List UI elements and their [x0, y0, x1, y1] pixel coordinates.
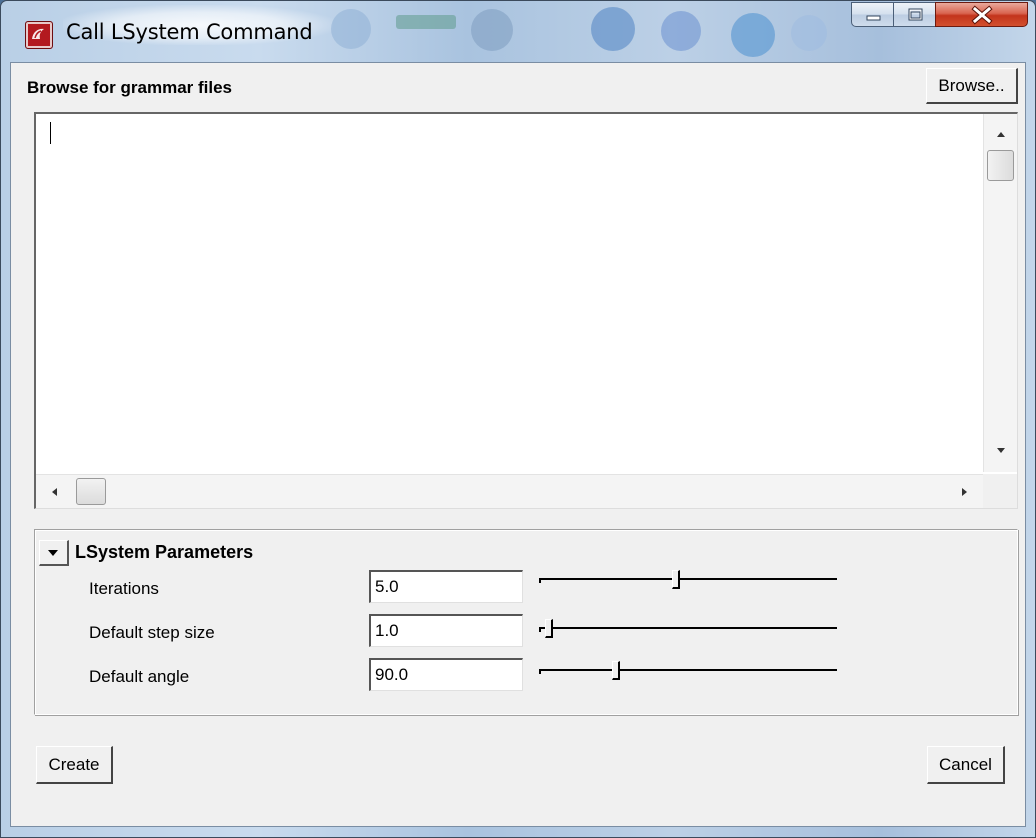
angle-slider[interactable] [539, 661, 837, 691]
vertical-scrollbar[interactable] [983, 114, 1017, 472]
create-button[interactable]: Create [36, 746, 113, 784]
horizontal-scrollbar[interactable] [36, 474, 984, 508]
text-caret [50, 122, 51, 144]
caption-buttons [851, 2, 1028, 28]
close-button[interactable] [935, 2, 1028, 27]
maximize-icon [908, 8, 923, 21]
grammar-text-area[interactable] [34, 112, 1018, 509]
scroll-left-icon[interactable] [50, 486, 58, 498]
step-size-slider[interactable] [539, 619, 837, 649]
collapse-button[interactable] [39, 540, 69, 566]
triangle-down-icon [48, 550, 58, 556]
step-size-label: Default step size [89, 623, 215, 642]
angle-field[interactable] [369, 658, 523, 691]
maya-app-icon[interactable] [25, 21, 53, 49]
title-bar[interactable]: Call LSystem Command [1, 1, 1035, 57]
cancel-button[interactable]: Cancel [927, 746, 1005, 784]
close-icon [971, 5, 993, 25]
scroll-right-icon[interactable] [961, 486, 969, 498]
angle-label: Default angle [89, 667, 190, 686]
iterations-field[interactable] [369, 570, 523, 603]
step-size-field[interactable] [369, 614, 523, 647]
step-size-slider-handle[interactable] [545, 619, 553, 638]
minimize-icon [866, 15, 881, 21]
vertical-scroll-thumb[interactable] [987, 150, 1014, 181]
parameters-title: LSystem Parameters [75, 542, 254, 562]
iterations-slider-handle[interactable] [672, 570, 680, 589]
scroll-down-icon[interactable] [995, 447, 1007, 455]
maximize-button[interactable] [893, 2, 936, 27]
dialog-window: Call LSystem Command Browse for grammar … [0, 0, 1036, 838]
scroll-up-icon[interactable] [995, 130, 1007, 138]
horizontal-scroll-thumb[interactable] [76, 478, 106, 505]
scroll-corner [983, 474, 1017, 508]
window-title: Call LSystem Command [66, 20, 313, 44]
iterations-slider[interactable] [539, 570, 837, 600]
browse-button[interactable]: Browse.. [926, 68, 1018, 104]
browse-section-label: Browse for grammar files [27, 78, 233, 97]
minimize-button[interactable] [851, 2, 894, 27]
angle-slider-handle[interactable] [612, 661, 620, 680]
iterations-label: Iterations [89, 579, 159, 598]
